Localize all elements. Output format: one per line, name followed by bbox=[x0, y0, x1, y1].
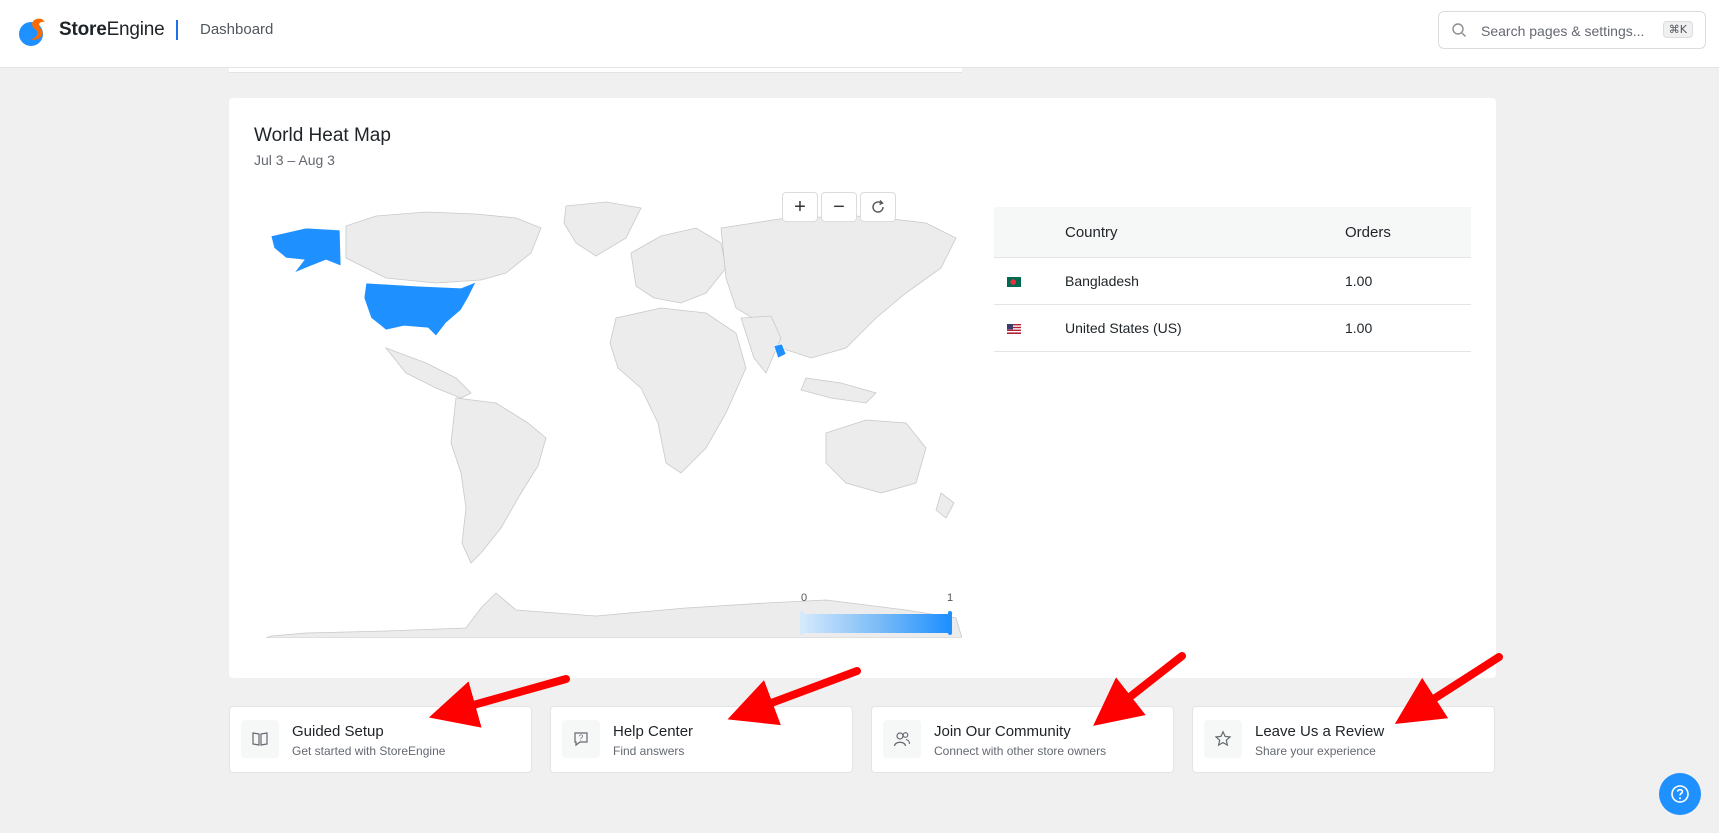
join-community-card[interactable]: Join Our Community Connect with other st… bbox=[871, 706, 1174, 773]
zoom-out-button[interactable]: − bbox=[821, 192, 857, 222]
table-header-row: Country Orders bbox=[994, 207, 1471, 258]
guided-setup-card[interactable]: Guided Setup Get started with StoreEngin… bbox=[229, 706, 532, 773]
bangladesh-flag-icon bbox=[1007, 277, 1021, 288]
world-map[interactable] bbox=[266, 198, 962, 638]
country-cell: Bangladesh bbox=[1065, 257, 1345, 305]
svg-text:?: ? bbox=[579, 734, 584, 743]
question-circle-icon bbox=[1671, 785, 1689, 803]
europe-shape bbox=[630, 227, 727, 304]
legend-min-handle[interactable] bbox=[800, 611, 804, 635]
orders-cell: 1.00 bbox=[1345, 257, 1471, 305]
country-column-header: Country bbox=[1065, 207, 1345, 258]
indonesia-shape bbox=[800, 377, 877, 404]
legend-max-label: 1 bbox=[947, 592, 954, 604]
refresh-icon bbox=[872, 200, 884, 213]
australia-shape bbox=[825, 419, 927, 494]
flag-column-header bbox=[994, 207, 1065, 258]
search-box[interactable]: ⌘K bbox=[1438, 11, 1706, 49]
table-row: United States (US) 1.00 bbox=[994, 304, 1471, 352]
card-title: World Heat Map bbox=[254, 125, 391, 146]
star-icon bbox=[1214, 730, 1232, 747]
previous-card-edge bbox=[229, 68, 962, 73]
header-divider bbox=[176, 20, 178, 40]
canada-shape bbox=[345, 211, 542, 284]
storeengine-logo-icon[interactable] bbox=[18, 15, 52, 47]
book-icon bbox=[252, 732, 268, 746]
south-america-shape bbox=[450, 397, 547, 564]
leave-review-title: Leave Us a Review bbox=[1255, 723, 1385, 740]
reset-zoom-button[interactable] bbox=[860, 192, 896, 222]
country-cell: United States (US) bbox=[1065, 304, 1345, 352]
world-heat-map-card: World Heat Map Jul 3 – Aug 3 + − 0 1 Cou… bbox=[229, 98, 1496, 678]
date-range: Jul 3 – Aug 3 bbox=[254, 152, 335, 168]
india-shape bbox=[740, 315, 782, 374]
legend-max-handle[interactable] bbox=[948, 611, 952, 635]
new-zealand-shape bbox=[935, 492, 955, 519]
orders-cell: 1.00 bbox=[1345, 304, 1471, 352]
shortcut-badge: ⌘K bbox=[1662, 21, 1693, 38]
alaska-shape bbox=[270, 227, 342, 274]
help-center-subtitle: Find answers bbox=[613, 744, 685, 758]
leave-review-card[interactable]: Leave Us a Review Share your experience bbox=[1192, 706, 1495, 773]
help-center-card[interactable]: ? Help Center Find answers bbox=[550, 706, 853, 773]
brand-name[interactable]: StoreEngine bbox=[59, 19, 165, 41]
top-bar: StoreEngine Dashboard ⌘K bbox=[0, 0, 1719, 68]
table-row: Bangladesh 1.00 bbox=[994, 257, 1471, 305]
guided-setup-subtitle: Get started with StoreEngine bbox=[292, 744, 446, 758]
chat-question-icon: ? bbox=[574, 732, 588, 747]
orders-by-country-table: Country Orders Bangladesh 1.00 United St… bbox=[994, 207, 1471, 352]
us-flag-icon bbox=[1007, 324, 1021, 335]
help-center-title: Help Center bbox=[613, 723, 694, 740]
search-input[interactable] bbox=[1479, 19, 1653, 43]
legend-min-label: 0 bbox=[801, 592, 808, 604]
zoom-in-button[interactable]: + bbox=[782, 192, 818, 222]
orders-column-header: Orders bbox=[1345, 207, 1471, 258]
users-icon bbox=[893, 732, 911, 747]
guided-setup-title: Guided Setup bbox=[292, 723, 384, 740]
join-community-title: Join Our Community bbox=[934, 723, 1071, 740]
africa-shape bbox=[609, 307, 747, 474]
breadcrumb: Dashboard bbox=[200, 21, 274, 38]
usa-shape bbox=[363, 281, 477, 337]
join-community-subtitle: Connect with other store owners bbox=[934, 744, 1107, 758]
central-america-shape bbox=[384, 347, 472, 399]
help-button[interactable] bbox=[1659, 773, 1701, 815]
legend-gradient bbox=[802, 614, 950, 633]
search-icon bbox=[1452, 23, 1466, 37]
leave-review-subtitle: Share your experience bbox=[1255, 744, 1376, 758]
greenland-shape bbox=[563, 201, 642, 257]
